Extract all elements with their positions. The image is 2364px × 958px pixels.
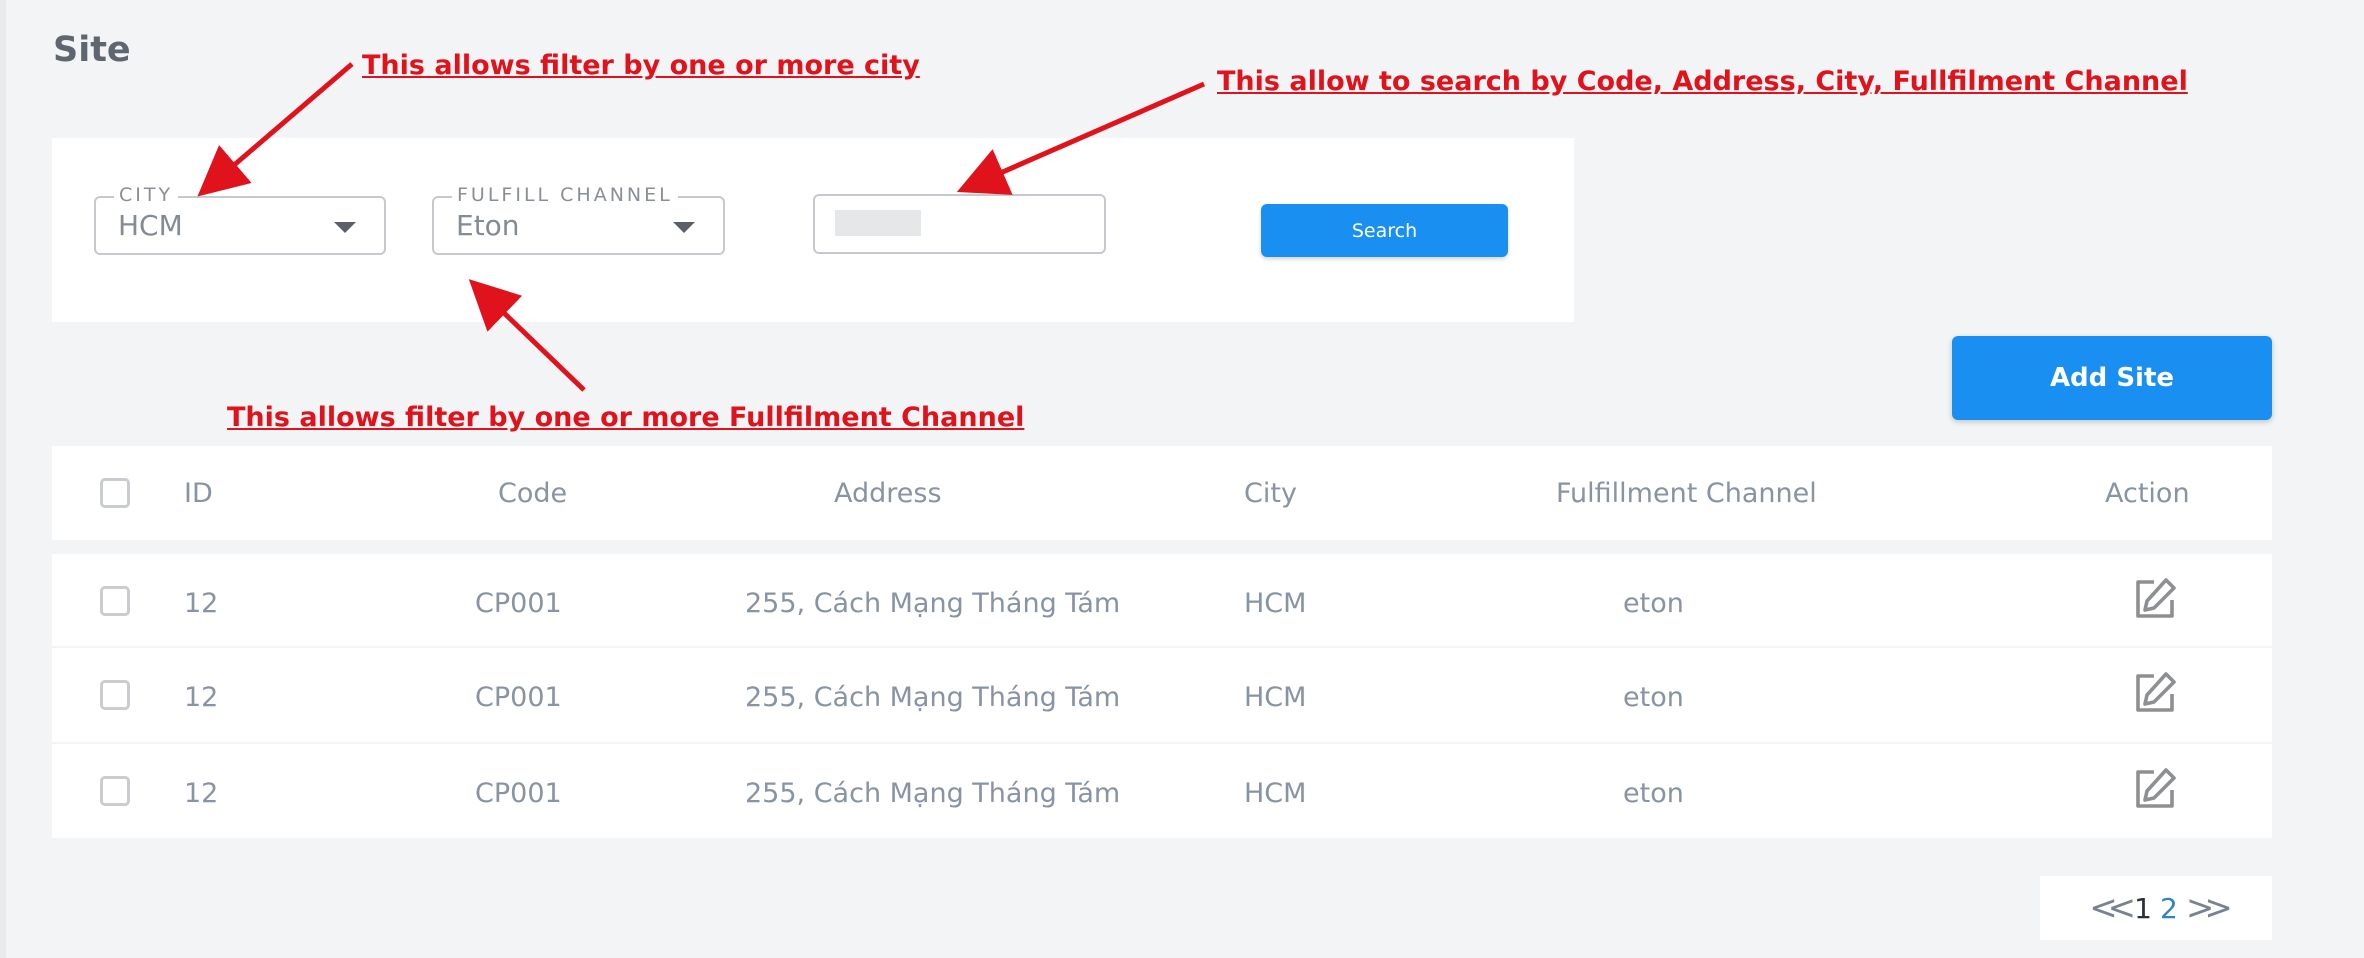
channel-filter-value: Eton (456, 209, 520, 242)
cell-address: 255, Cách Mạng Tháng Tám (745, 588, 1121, 619)
channel-filter-select[interactable]: FULFILL CHANNEL Eton (432, 184, 725, 255)
table-row: 12 CP001 255, Cách Mạng Tháng Tám HCM et… (52, 744, 2272, 838)
cell-id: 12 (184, 588, 219, 619)
city-filter-label: CITY (114, 184, 179, 206)
city-filter-select[interactable]: CITY HCM (94, 184, 386, 255)
cell-channel: eton (1623, 682, 1684, 713)
window-edge (0, 0, 6, 958)
chevron-down-icon[interactable] (673, 222, 695, 233)
header-action: Action (2105, 478, 2190, 509)
cell-address: 255, Cách Mạng Tháng Tám (745, 682, 1121, 713)
annotation-city: This allows filter by one or more city (362, 50, 920, 81)
annotation-search: This allow to search by Code, Address, C… (1217, 66, 2188, 97)
header-id[interactable]: ID (184, 478, 213, 509)
header-code[interactable]: Code (498, 478, 567, 509)
cell-address: 255, Cách Mạng Tháng Tám (745, 778, 1121, 809)
channel-filter-label: FULFILL CHANNEL (452, 184, 678, 206)
edit-icon[interactable] (2132, 670, 2178, 716)
select-all-checkbox[interactable] (100, 478, 130, 508)
row-checkbox[interactable] (100, 680, 130, 710)
page-title: Site (53, 30, 131, 70)
cell-channel: eton (1623, 588, 1684, 619)
page-1-link[interactable]: 1 (2134, 892, 2152, 925)
annotation-channel: This allows filter by one or more Fullfi… (227, 402, 1025, 433)
filter-panel: CITY HCM FULFILL CHANNEL Eton Search (52, 138, 1574, 322)
cell-code: CP001 (475, 778, 562, 809)
edit-icon[interactable] (2132, 576, 2178, 622)
edit-icon[interactable] (2132, 766, 2178, 812)
chevron-down-icon[interactable] (334, 222, 356, 233)
table-row: 12 CP001 255, Cách Mạng Tháng Tám HCM et… (52, 648, 2272, 742)
cell-channel: eton (1623, 778, 1684, 809)
next-page-icon[interactable]: >> (2186, 888, 2233, 928)
search-input[interactable] (835, 210, 921, 236)
pagination: << 1 2 >> (2040, 876, 2272, 940)
header-fulfillment-channel[interactable]: Fulfillment Channel (1556, 478, 1817, 509)
search-button[interactable]: Search (1261, 204, 1508, 257)
header-city[interactable]: City (1244, 478, 1297, 509)
search-field[interactable] (813, 194, 1106, 254)
table-row: 12 CP001 255, Cách Mạng Tháng Tám HCM et… (52, 554, 2272, 646)
cell-city: HCM (1244, 682, 1307, 713)
row-checkbox[interactable] (100, 776, 130, 806)
cell-code: CP001 (475, 682, 562, 713)
cell-code: CP001 (475, 588, 562, 619)
table-header: ID Code Address City Fulfillment Channel… (52, 446, 2272, 540)
prev-page-icon[interactable]: << (2089, 888, 2136, 928)
cell-id: 12 (184, 682, 219, 713)
add-site-button[interactable]: Add Site (1952, 336, 2272, 420)
row-checkbox[interactable] (100, 586, 130, 616)
city-filter-value: HCM (118, 209, 183, 242)
header-address[interactable]: Address (834, 478, 942, 509)
cell-city: HCM (1244, 778, 1307, 809)
page-2-link[interactable]: 2 (2160, 892, 2178, 925)
cell-city: HCM (1244, 588, 1307, 619)
cell-id: 12 (184, 778, 219, 809)
